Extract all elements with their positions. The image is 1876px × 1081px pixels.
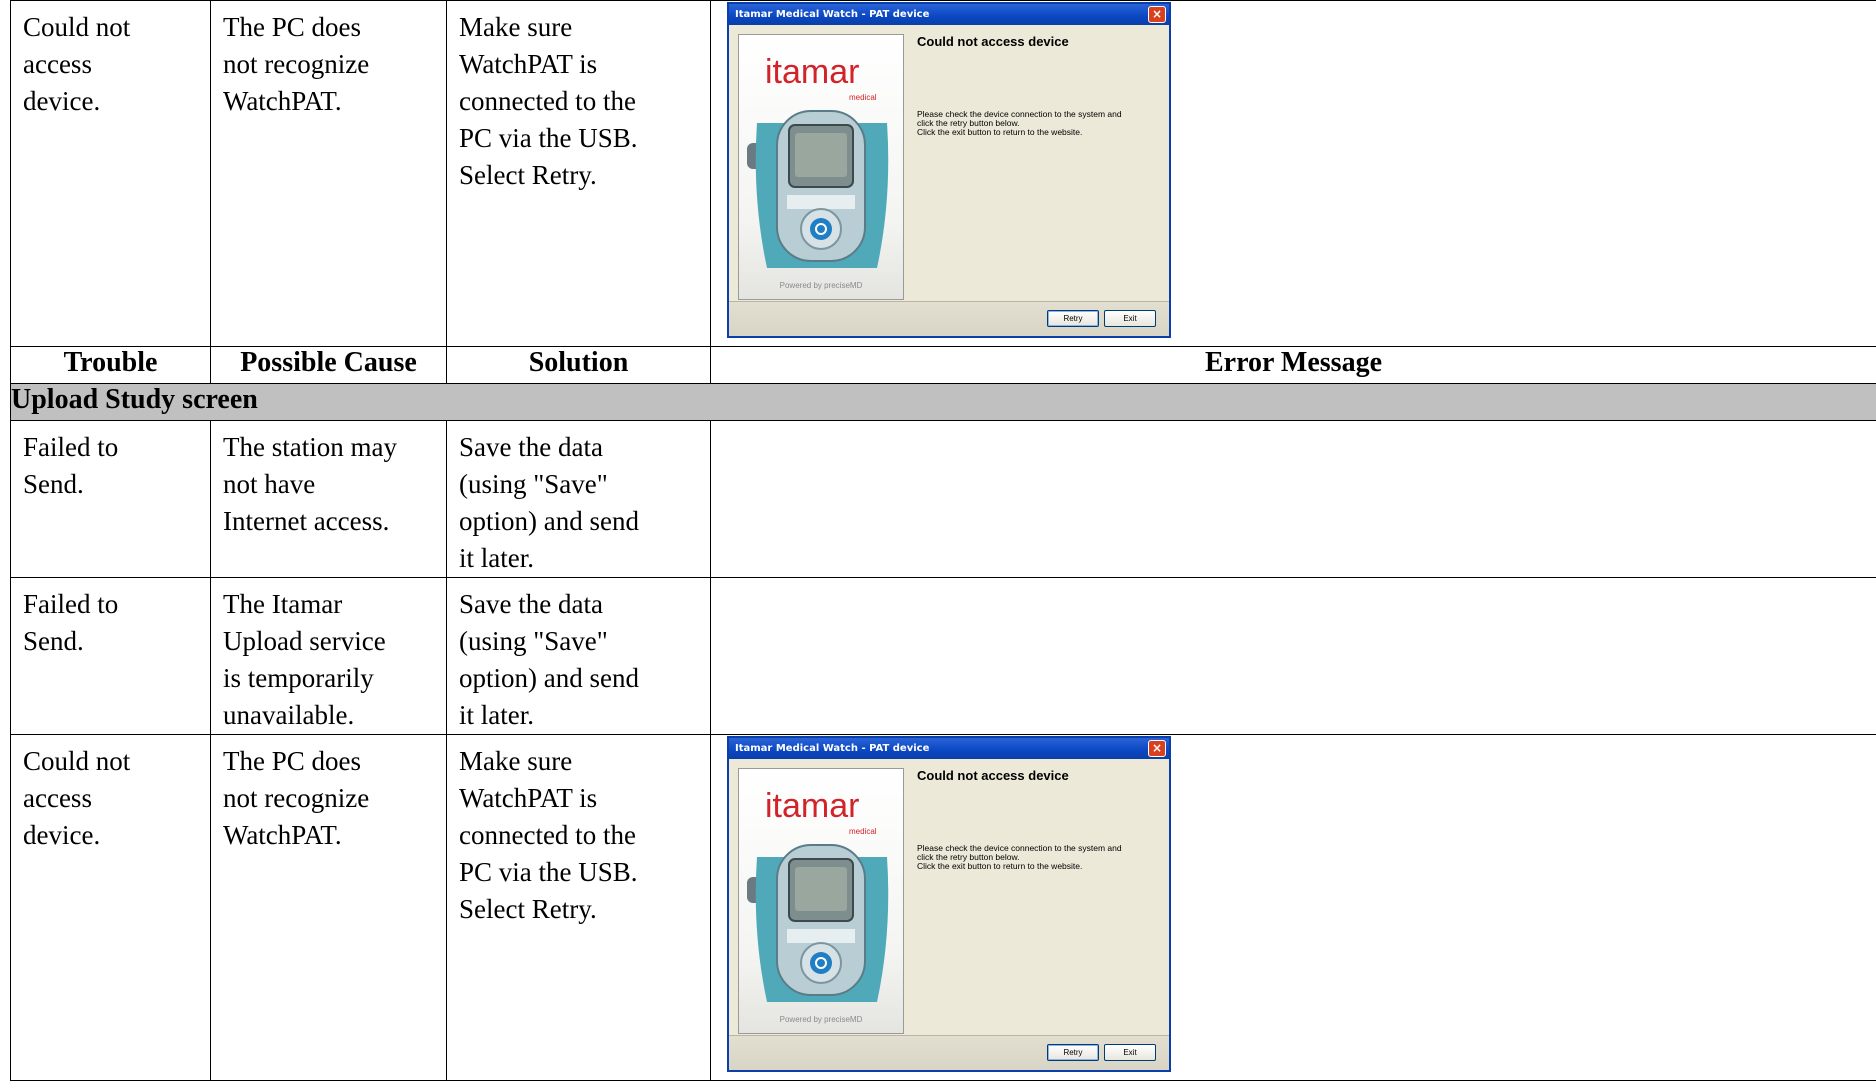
trouble-text: Failed to Send. (11, 578, 210, 660)
section-row: Upload Study screen (11, 384, 1876, 421)
exit-button: Exit (1104, 1044, 1156, 1061)
solution-text: Save the data (using "Save" option) and … (447, 421, 710, 577)
retry-button: Retry (1047, 310, 1099, 327)
dialog-message-title: Could not access device (917, 34, 1069, 49)
header-trouble: Trouble (11, 347, 211, 384)
watchpat-device-icon (747, 103, 897, 273)
powered-by-text: Powered by preciseMD (739, 1015, 903, 1024)
solution-text: Make sure WatchPAT is connected to the P… (447, 735, 710, 928)
trouble-text: Failed to Send. (11, 421, 210, 503)
dialog-title: Itamar Medical Watch - PAT device (735, 743, 929, 754)
exit-button: Exit (1104, 310, 1156, 327)
error-message-cell: Itamar Medical Watch - PAT device × itam… (711, 1, 1876, 347)
cause-text: The station may not have Internet access… (211, 421, 446, 540)
header-solution: Solution (447, 347, 711, 384)
dialog-titlebar: Itamar Medical Watch - PAT device × (729, 4, 1169, 25)
table-row: Could not access device. The PC does not… (11, 735, 1876, 1081)
trouble-cell: Failed to Send. (11, 578, 211, 735)
dialog-titlebar: Itamar Medical Watch - PAT device × (729, 738, 1169, 759)
solution-text: Save the data (using "Save" option) and … (447, 578, 710, 734)
trouble-text: Could not access device. (11, 735, 210, 854)
solution-cell: Make sure WatchPAT is connected to the P… (447, 1, 711, 347)
device-panel: itamar medical Powered by preciseMD (738, 34, 904, 300)
troubleshooting-document: Could not access device. The PC does not… (10, 0, 1876, 1081)
dialog-title: Itamar Medical Watch - PAT device (735, 9, 929, 20)
table-header-row: Trouble Possible Cause Solution Error Me… (11, 347, 1876, 384)
section-title: Upload Study screen (11, 384, 1876, 421)
dialog-message-body: Please check the device connection to th… (917, 110, 1161, 137)
header-error-message: Error Message (711, 347, 1876, 384)
itamar-logo: itamar (765, 53, 859, 92)
troubleshooting-table: Could not access device. The PC does not… (10, 0, 1876, 1081)
dialog-button-bar: Retry Exit (729, 301, 1169, 336)
solution-text: Make sure WatchPAT is connected to the P… (447, 1, 710, 194)
error-message-cell (711, 578, 1876, 735)
table-row: Failed to Send. The Itamar Upload servic… (11, 578, 1876, 735)
cause-cell: The PC does not recognize WatchPAT. (211, 1, 447, 347)
cause-cell: The PC does not recognize WatchPAT. (211, 735, 447, 1081)
dialog-message-body: Please check the device connection to th… (917, 844, 1161, 871)
error-dialog-screenshot: Itamar Medical Watch - PAT device × itam… (727, 2, 1171, 338)
error-message-cell: Itamar Medical Watch - PAT device × itam… (711, 735, 1876, 1081)
cause-cell: The station may not have Internet access… (211, 421, 447, 578)
dialog-message-title: Could not access device (917, 768, 1069, 783)
solution-cell: Make sure WatchPAT is connected to the P… (447, 735, 711, 1081)
trouble-text: Could not access device. (11, 1, 210, 120)
logo-subtitle: medical (849, 827, 877, 836)
cause-cell: The Itamar Upload service is temporarily… (211, 578, 447, 735)
device-panel: itamar medical Powered by preciseMD (738, 768, 904, 1034)
error-dialog-screenshot: Itamar Medical Watch - PAT device × itam… (727, 736, 1171, 1072)
close-icon: × (1148, 740, 1166, 757)
cause-text: The PC does not recognize WatchPAT. (211, 735, 446, 854)
solution-cell: Save the data (using "Save" option) and … (447, 578, 711, 735)
error-message-cell (711, 421, 1876, 578)
header-cause: Possible Cause (211, 347, 447, 384)
cause-text: The Itamar Upload service is temporarily… (211, 578, 446, 734)
table-row: Could not access device. The PC does not… (11, 1, 1876, 347)
watchpat-device-icon (747, 837, 897, 1007)
powered-by-text: Powered by preciseMD (739, 281, 903, 290)
dialog-button-bar: Retry Exit (729, 1035, 1169, 1070)
itamar-logo: itamar (765, 787, 859, 826)
trouble-cell: Could not access device. (11, 1, 211, 347)
logo-subtitle: medical (849, 93, 877, 102)
table-row: Failed to Send. The station may not have… (11, 421, 1876, 578)
trouble-cell: Could not access device. (11, 735, 211, 1081)
retry-button: Retry (1047, 1044, 1099, 1061)
solution-cell: Save the data (using "Save" option) and … (447, 421, 711, 578)
cause-text: The PC does not recognize WatchPAT. (211, 1, 446, 120)
trouble-cell: Failed to Send. (11, 421, 211, 578)
close-icon: × (1148, 6, 1166, 23)
